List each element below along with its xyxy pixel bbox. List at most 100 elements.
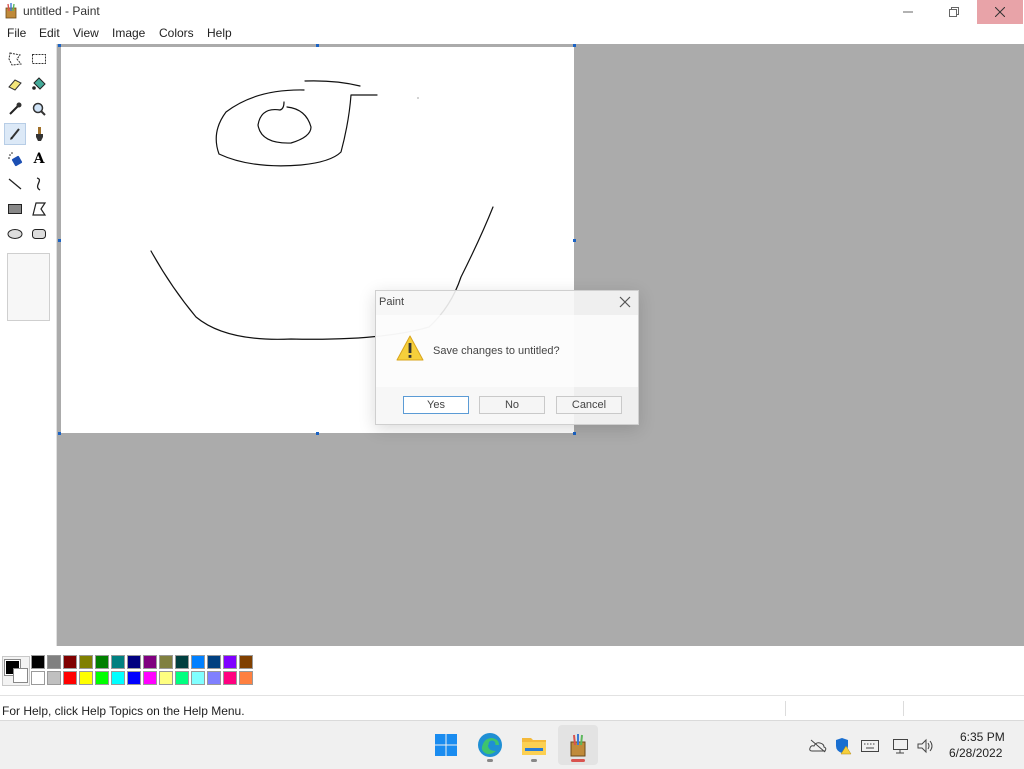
palette-color-swatch[interactable] xyxy=(79,655,93,669)
start-button[interactable] xyxy=(426,725,466,765)
ellipse-tool[interactable] xyxy=(4,223,26,245)
close-button[interactable] xyxy=(977,0,1023,24)
palette-color-swatch[interactable] xyxy=(143,671,157,685)
tray-volume[interactable] xyxy=(917,737,935,755)
status-bar: For Help, click Help Topics on the Help … xyxy=(0,695,1024,721)
eraser-icon xyxy=(8,79,22,91)
palette-color-swatch[interactable] xyxy=(111,671,125,685)
status-divider xyxy=(785,701,786,716)
palette-color-swatch[interactable] xyxy=(95,671,109,685)
taskbar-file-explorer[interactable] xyxy=(514,725,554,765)
menu-image[interactable]: Image xyxy=(112,26,145,40)
palette-color-swatch[interactable] xyxy=(239,671,253,685)
eraser-tool[interactable] xyxy=(4,73,26,95)
pencil-icon xyxy=(10,128,20,140)
palette-color-swatch[interactable] xyxy=(63,671,77,685)
restore-button[interactable] xyxy=(931,0,977,24)
palette-color-swatch[interactable] xyxy=(63,655,77,669)
palette-color-swatch[interactable] xyxy=(111,655,125,669)
menu-colors[interactable]: Colors xyxy=(159,26,194,40)
save-dialog: Paint Save changes to untitled? Yes No C… xyxy=(375,290,639,425)
rectangle-tool[interactable] xyxy=(4,198,26,220)
palette-color-swatch[interactable] xyxy=(79,671,93,685)
palette-color-swatch[interactable] xyxy=(175,655,189,669)
palette-color-swatch[interactable] xyxy=(95,655,109,669)
free-form-select-tool[interactable] xyxy=(4,48,26,70)
palette-color-swatch[interactable] xyxy=(223,671,237,685)
polygon-tool[interactable] xyxy=(28,198,50,220)
palette-color-swatch[interactable] xyxy=(239,655,253,669)
ellipse-icon xyxy=(7,229,23,239)
network-icon xyxy=(893,739,908,754)
palette-color-swatch[interactable] xyxy=(191,671,205,685)
file-explorer-icon xyxy=(522,738,546,755)
yes-button[interactable]: Yes xyxy=(403,396,469,414)
brush-tool[interactable] xyxy=(28,123,50,145)
resize-handle[interactable] xyxy=(58,44,61,47)
free-form-select-icon xyxy=(8,52,22,66)
rectangle-icon xyxy=(8,204,22,214)
running-indicator xyxy=(531,759,537,762)
background-color[interactable] xyxy=(13,668,28,683)
palette-color-swatch[interactable] xyxy=(159,655,173,669)
palette-color-swatch[interactable] xyxy=(31,671,45,685)
palette-color-swatch[interactable] xyxy=(127,671,141,685)
resize-handle[interactable] xyxy=(573,44,576,47)
text-icon: A xyxy=(33,151,45,167)
menu-file[interactable]: File xyxy=(7,26,26,40)
taskbar-paint[interactable] xyxy=(558,725,598,765)
clock-date[interactable]: 6/28/2022 xyxy=(949,746,1002,760)
minimize-button[interactable] xyxy=(885,0,931,24)
resize-handle[interactable] xyxy=(316,44,319,47)
dialog-close-icon[interactable] xyxy=(617,294,633,310)
palette-color-swatch[interactable] xyxy=(223,655,237,669)
active-indicator xyxy=(571,759,585,762)
warning-icon xyxy=(396,335,424,361)
curve-tool[interactable] xyxy=(28,173,50,195)
palette-color-swatch[interactable] xyxy=(207,655,221,669)
text-tool[interactable]: A xyxy=(28,148,50,170)
rounded-rect-tool[interactable] xyxy=(28,223,50,245)
clock-time[interactable]: 6:35 PM xyxy=(960,730,1005,744)
palette-color-swatch[interactable] xyxy=(47,671,61,685)
menu-help[interactable]: Help xyxy=(207,26,232,40)
menu-edit[interactable]: Edit xyxy=(39,26,60,40)
tray-security[interactable] xyxy=(834,737,852,755)
rect-select-tool[interactable] xyxy=(28,48,50,70)
toolbox: A xyxy=(0,44,57,646)
airbrush-icon xyxy=(8,152,23,167)
palette-color-swatch[interactable] xyxy=(47,655,61,669)
no-button[interactable]: No xyxy=(479,396,545,414)
taskbar-edge[interactable] xyxy=(470,725,510,765)
palette-color-swatch[interactable] xyxy=(143,655,157,669)
security-icon xyxy=(836,738,852,755)
fill-tool[interactable] xyxy=(28,73,50,95)
resize-handle[interactable] xyxy=(573,432,576,435)
palette-color-swatch[interactable] xyxy=(191,655,205,669)
airbrush-tool[interactable] xyxy=(4,148,26,170)
tray-keyboard[interactable] xyxy=(861,737,879,755)
resize-handle[interactable] xyxy=(316,432,319,435)
polygon-icon xyxy=(32,202,47,216)
palette-color-swatch[interactable] xyxy=(127,655,141,669)
tray-onedrive[interactable] xyxy=(809,737,827,755)
resize-handle[interactable] xyxy=(58,239,61,242)
palette-color-swatch[interactable] xyxy=(159,671,173,685)
color-picker-icon xyxy=(9,102,22,115)
palette-color-swatch[interactable] xyxy=(207,671,221,685)
magnifier-tool[interactable] xyxy=(28,98,50,120)
pencil-tool[interactable] xyxy=(4,123,26,145)
dialog-body: Save changes to untitled? xyxy=(376,315,638,387)
resize-handle[interactable] xyxy=(58,432,61,435)
color-picker-tool[interactable] xyxy=(4,98,26,120)
tool-options-box[interactable] xyxy=(7,253,50,321)
palette-color-swatch[interactable] xyxy=(175,671,189,685)
tray-network[interactable] xyxy=(892,737,910,755)
palette-color-swatch[interactable] xyxy=(31,655,45,669)
line-tool[interactable] xyxy=(4,173,26,195)
curve-icon xyxy=(36,177,41,191)
resize-handle[interactable] xyxy=(573,239,576,242)
close-icon xyxy=(995,7,1005,17)
menu-view[interactable]: View xyxy=(73,26,99,40)
cancel-button[interactable]: Cancel xyxy=(556,396,622,414)
